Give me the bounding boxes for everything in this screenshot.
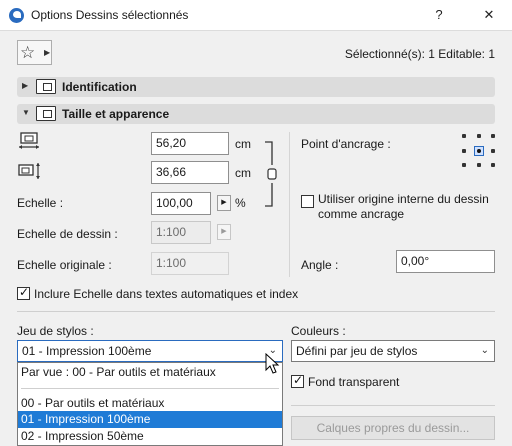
scale-unit: % (235, 196, 246, 210)
colors-select[interactable]: Défini par jeu de stylos ⌄ (291, 340, 495, 362)
anchor-dot[interactable] (491, 163, 495, 167)
help-button[interactable]: ? (428, 5, 450, 25)
star-icon: ☆ (20, 43, 36, 62)
width-icon (19, 132, 39, 149)
dropdown-item[interactable]: Par vue : 00 - Par outils et matériaux (18, 364, 282, 381)
anchor-dot[interactable] (477, 134, 481, 138)
height-icon (18, 163, 40, 179)
column-separator (289, 132, 290, 277)
anchor-dot[interactable] (462, 163, 466, 167)
height-unit: cm (235, 166, 251, 180)
pen-set-label: Jeu de stylos : (17, 324, 94, 338)
divider (17, 311, 495, 312)
include-scale-checkbox[interactable] (17, 285, 30, 300)
include-scale-label: Inclure Echelle dans textes automatiques… (34, 287, 299, 301)
drawing-scale-stepper: ▶ (217, 224, 231, 240)
angle-input[interactable]: 0,00° (396, 250, 495, 273)
colors-label: Couleurs : (291, 324, 346, 338)
dropdown-separator (21, 388, 279, 389)
selection-info: Sélectionné(s): 1 Editable: 1 (344, 47, 495, 61)
transparent-bg-label: Fond transparent (308, 375, 400, 389)
anchor-dot[interactable] (462, 149, 466, 153)
width-unit: cm (235, 137, 251, 151)
mouse-cursor-icon (265, 353, 280, 374)
anchor-label: Point d'ancrage : (301, 137, 391, 151)
original-scale-value: 1:100 (151, 252, 229, 275)
dropdown-item[interactable]: 00 - Par outils et matériaux (18, 395, 282, 412)
collapse-triangle-icon: ▼ (22, 108, 30, 117)
anchor-dot[interactable] (477, 163, 481, 167)
favorites-button[interactable]: ☆ ▶ (17, 40, 52, 65)
use-origin-checkbox[interactable] (301, 195, 314, 208)
pen-set-dropdown[interactable]: Par vue : 00 - Par outils et matériaux 0… (17, 362, 283, 446)
section-label: Taille et apparence (62, 107, 170, 121)
anchor-center-selected[interactable] (474, 146, 484, 156)
pen-set-select[interactable]: 01 - Impression 100ème ⌄ (17, 340, 283, 362)
identification-icon (36, 79, 56, 94)
pen-set-value: 01 - Impression 100ème (22, 344, 152, 358)
dropdown-item[interactable]: 02 - Impression 50ème (18, 428, 282, 445)
colors-value: Défini par jeu de stylos (296, 344, 418, 358)
drawing-scale-label: Echelle de dessin : (17, 227, 118, 241)
height-input[interactable]: 36,66 (151, 161, 229, 184)
drawing-scale-input: 1:100 (151, 221, 211, 244)
app-icon (9, 8, 24, 23)
anchor-point-selector[interactable] (462, 134, 495, 167)
proportion-link-icon[interactable] (264, 141, 278, 207)
close-button[interactable]: ✕ (478, 5, 500, 25)
original-scale-label: Echelle originale : (17, 258, 112, 272)
section-identification[interactable]: ▶ Identification (17, 77, 495, 97)
use-origin-label: Utiliser origine interne du dessin comme… (318, 192, 489, 221)
anchor-dot[interactable] (462, 134, 466, 138)
divider (291, 405, 495, 406)
expand-triangle-icon: ▶ (22, 81, 29, 90)
scale-label: Echelle : (17, 196, 64, 210)
drawing-layers-button: Calques propres du dessin... (291, 416, 495, 440)
angle-label: Angle : (301, 258, 339, 272)
width-input[interactable]: 56,20 (151, 132, 229, 155)
window-title: Options Dessins sélectionnés (31, 8, 189, 22)
anchor-dot[interactable] (491, 134, 495, 138)
scale-input[interactable]: 100,00 (151, 192, 211, 215)
scale-stepper[interactable]: ▶ (217, 195, 231, 211)
section-label: Identification (62, 80, 137, 94)
title-bar: Options Dessins sélectionnés ? ✕ (0, 0, 512, 31)
section-size-appearance[interactable]: ▼ Taille et apparence (17, 104, 495, 124)
caret-right-icon: ▶ (44, 48, 51, 57)
size-appearance-icon (36, 106, 56, 121)
dropdown-item-selected[interactable]: 01 - Impression 100ème (18, 411, 282, 428)
anchor-dot[interactable] (491, 149, 495, 153)
transparent-bg-checkbox[interactable] (291, 373, 304, 388)
chevron-down-icon: ⌄ (480, 345, 489, 356)
